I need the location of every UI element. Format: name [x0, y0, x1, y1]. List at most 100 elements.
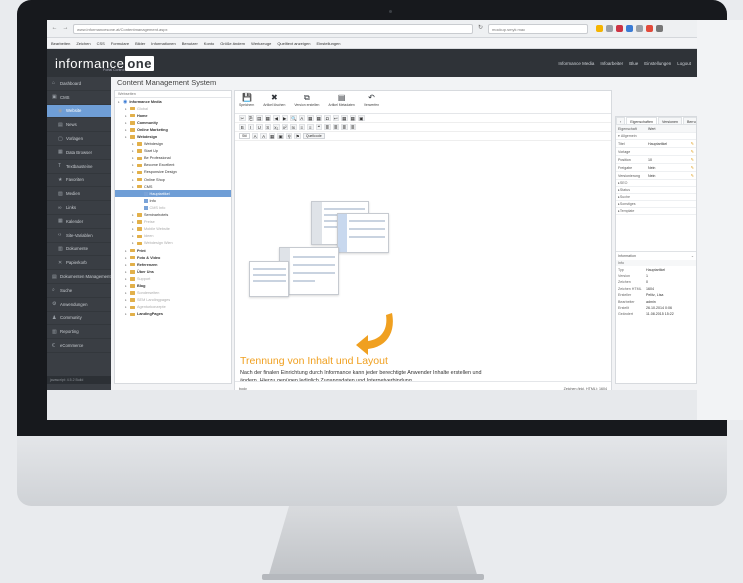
nav-item[interactable]: ⌂ Dashboard [47, 77, 111, 91]
format-button[interactable]: Ix [290, 124, 297, 130]
property-value[interactable]: 10 [648, 158, 691, 162]
nav-item[interactable]: ▢ Vorlagen [47, 132, 111, 146]
nav-item[interactable]: ∞ Links [47, 201, 111, 215]
tree-item[interactable]: ▸ CMS [115, 183, 231, 190]
tree-item[interactable]: ▸ Mobile Website [115, 226, 231, 233]
dev-toolbar-item[interactable]: Benutzer [182, 41, 198, 46]
format-button[interactable]: S [264, 124, 271, 130]
expand-toggle-icon[interactable]: ▸ [132, 170, 135, 174]
nav-item[interactable]: ▣ CMS [47, 91, 111, 105]
expand-toggle-icon[interactable]: ▸ [125, 121, 128, 125]
expand-toggle-icon[interactable]: ▸ [118, 100, 121, 104]
tree-item[interactable]: Hauptartikel [115, 190, 231, 198]
format-button[interactable]: ▦ [341, 115, 348, 121]
expand-toggle-icon[interactable]: ▸ [125, 135, 128, 139]
menu-icon[interactable] [656, 25, 663, 32]
format-button[interactable]: ≣ [332, 124, 339, 130]
expand-toggle-icon[interactable]: ▸ [125, 291, 128, 295]
format-button[interactable]: ▦ [307, 115, 314, 121]
expand-toggle-icon[interactable]: ▸ [125, 305, 128, 309]
expand-toggle-icon[interactable]: ▸ [132, 241, 135, 245]
format-button[interactable]: ▤ [256, 115, 263, 121]
tree-item[interactable]: ▸ Start Up [115, 148, 231, 155]
tree-item[interactable]: ▸ Webdesign Wien [115, 240, 231, 247]
tree-item[interactable]: ▸ Über Uns [115, 268, 231, 275]
format-button[interactable]: ❝ [315, 124, 322, 130]
dev-toolbar-item[interactable]: Quelltext anzeigen [277, 41, 310, 46]
format-button[interactable]: ▦ [349, 115, 356, 121]
nav-item[interactable]: € eCommerce [47, 339, 111, 353]
pocket-icon[interactable] [616, 25, 623, 32]
url-bar[interactable]: www.informancesone.at/Contentmanagement.… [73, 23, 473, 34]
property-row[interactable]: Versionierung Nein ✎ [616, 172, 696, 180]
property-row[interactable]: Vorlage ✎ [616, 148, 696, 156]
tree-item[interactable]: ▸ Print [115, 247, 231, 254]
property-section[interactable]: ▸ Status [616, 187, 696, 194]
property-row[interactable]: Titel Hauptartikel ✎ [616, 140, 696, 148]
property-row[interactable]: Freigabe Nein ✎ [616, 164, 696, 172]
property-value[interactable]: Nein [648, 174, 691, 178]
expand-toggle-icon[interactable]: ▸ [132, 220, 135, 224]
expand-toggle-icon[interactable]: ▸ [132, 156, 135, 160]
format-button[interactable]: ⎘ [247, 115, 254, 121]
format-button[interactable]: ≣ [324, 124, 331, 130]
nav-item[interactable]: ▥ Dokumente [47, 243, 111, 257]
properties-tab[interactable]: Versionen [657, 117, 682, 124]
dev-toolbar-item[interactable]: Formulare [111, 41, 129, 46]
tree-item[interactable]: ▸ Online Shop [115, 176, 231, 183]
expand-toggle-icon[interactable]: ▸ [132, 234, 135, 238]
tab-prev-icon[interactable]: ‹ [616, 117, 626, 124]
edit-pencil-icon[interactable]: ✎ [691, 173, 694, 178]
dev-toolbar-item[interactable]: Einstellungen [316, 41, 340, 46]
nav-item[interactable]: ▧ Medien [47, 187, 111, 202]
expand-toggle-icon[interactable]: ▸ [125, 114, 128, 118]
nav-item[interactable]: ♟ Community [47, 312, 111, 326]
tree-item[interactable]: CMS Info [115, 204, 231, 211]
nav-item[interactable]: ★ Favoriten [47, 174, 111, 188]
dev-toolbar-item[interactable]: Bearbeiten [51, 41, 70, 46]
ribbon-button[interactable]: ↶ Verwerfen [364, 93, 379, 111]
format-button[interactable]: ◀ [273, 115, 280, 121]
property-value[interactable]: Hauptartikel [648, 142, 691, 146]
nav-item[interactable]: ▦ Data Browser [47, 146, 111, 160]
back-icon[interactable]: ← [51, 25, 58, 32]
format-button[interactable]: ↩ [332, 115, 339, 121]
expand-toggle-icon[interactable]: ▸ [125, 277, 128, 281]
tree-item[interactable]: ▸ LandingPages [115, 311, 231, 318]
nav-item[interactable]: ◉ Website [47, 104, 111, 119]
property-section[interactable]: ▸ Suche [616, 194, 696, 201]
editor-content[interactable]: Trennung von Inhalt und Layout Nach der … [235, 133, 611, 381]
tree-item[interactable]: ▸ Global [115, 105, 231, 112]
header-menu-item[interactable]: Einstellungen [644, 61, 671, 66]
expand-toggle-icon[interactable]: ▸ [132, 163, 135, 167]
dev-toolbar-item[interactable]: Werkzeuge [251, 41, 271, 46]
header-menu-item[interactable]: Logout [677, 61, 691, 66]
edit-pencil-icon[interactable]: ✎ [691, 149, 694, 154]
format-button[interactable]: Ω [324, 115, 331, 121]
nav-item[interactable]: ▥ Reporting [47, 325, 111, 340]
header-menu-item[interactable]: Blue [629, 61, 638, 66]
expand-toggle-icon[interactable]: ▸ [132, 142, 135, 146]
tree-item[interactable]: ▸ Webdesign [115, 141, 231, 148]
properties-tab[interactable]: Berrupa [682, 117, 696, 124]
edit-pencil-icon[interactable]: ✎ [691, 165, 694, 170]
browser-search-input[interactable]: mockup.smyk mac [488, 23, 588, 34]
tree-item[interactable]: ▸ Seminarhotels [115, 212, 231, 219]
reload-icon[interactable]: ↻ [477, 25, 484, 32]
format-button[interactable]: x² [281, 124, 288, 130]
forward-icon[interactable]: → [62, 25, 69, 32]
ribbon-button[interactable]: ⧉ Version erstellen [294, 93, 319, 111]
ribbon-button[interactable]: ✖ Artikel löschen [263, 93, 285, 111]
nav-item[interactable]: ⚙ Anwendungen [47, 298, 111, 312]
nav-item[interactable]: ✕ Papierkorb [47, 256, 111, 271]
property-section[interactable]: ▸ SEO [616, 180, 696, 187]
expand-toggle-icon[interactable]: ▸ [132, 227, 135, 231]
tree-item[interactable]: ▸ Referenzen [115, 261, 231, 268]
star-icon[interactable] [596, 25, 603, 32]
ribbon-button[interactable]: 💾 Speichern [239, 93, 254, 111]
property-section[interactable]: ▸ Template [616, 208, 696, 215]
ribbon-button[interactable]: ▤ Artikel Metadaten [328, 93, 354, 111]
nav-item[interactable]: ⌕ Suche [47, 284, 111, 298]
extension-icon[interactable] [646, 25, 653, 32]
header-menu-item[interactable]: Infoarbeiter [600, 61, 623, 66]
